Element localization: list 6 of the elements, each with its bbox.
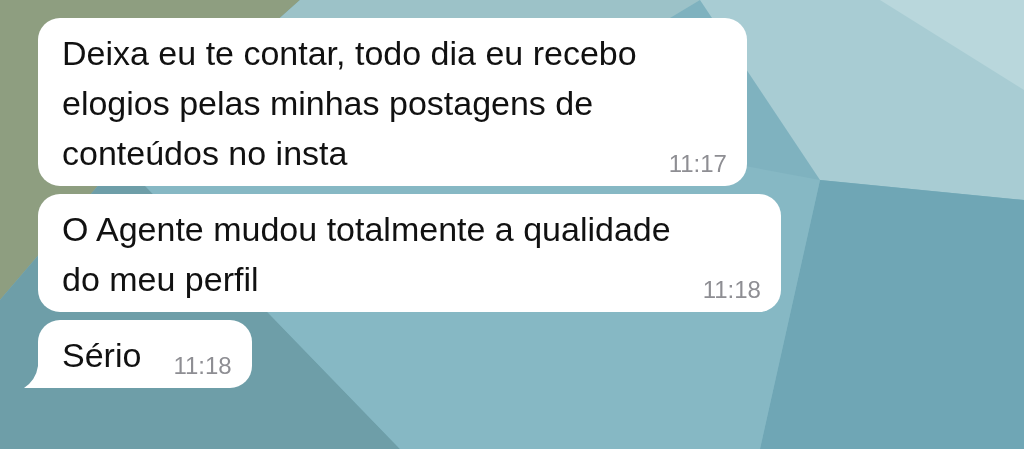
message-time: 11:18	[701, 276, 761, 304]
message-text: O Agente mudou totalmente a qualidade do meu perfil	[62, 209, 671, 300]
message-time: 11:18	[172, 352, 232, 380]
message-text: Sério	[62, 335, 142, 376]
message-text: Deixa eu te contar, todo dia eu recebo elogios pelas minhas postagens de conteúdos no insta	[62, 33, 637, 174]
message-time: 11:17	[667, 150, 727, 178]
